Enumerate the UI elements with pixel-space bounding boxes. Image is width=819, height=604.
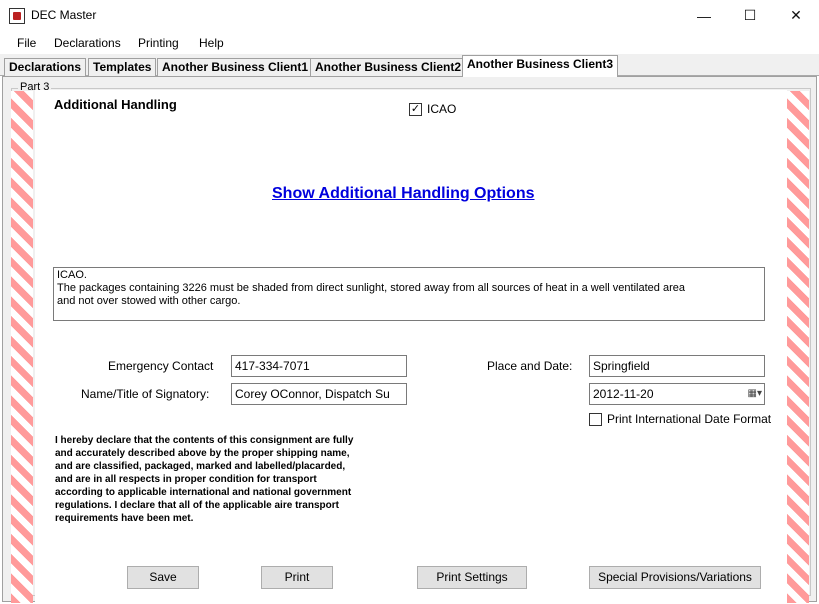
declaration-line: requirements have been met. bbox=[55, 513, 194, 524]
print-button[interactable]: Print bbox=[261, 566, 333, 589]
minimize-button[interactable]: — bbox=[681, 0, 727, 31]
close-button[interactable]: ✕ bbox=[773, 0, 819, 31]
icao-checkbox-label[interactable]: ICAO bbox=[427, 102, 456, 116]
window-title: DEC Master bbox=[31, 8, 97, 22]
place-field[interactable]: Springfield bbox=[589, 355, 765, 377]
emergency-contact-field[interactable]: 417-334-7071 bbox=[231, 355, 407, 377]
intl-date-checkbox-label[interactable]: Print International Date Format bbox=[607, 412, 771, 426]
app-icon bbox=[9, 8, 25, 24]
form-area bbox=[35, 90, 787, 602]
declaration-line: and accurately described above by the pr… bbox=[55, 448, 350, 459]
handling-text-area[interactable]: ICAO. The packages containing 3226 must … bbox=[53, 267, 765, 321]
menu-help[interactable]: Help bbox=[199, 36, 224, 50]
handling-text-line: and not over stowed with other cargo. bbox=[57, 295, 241, 307]
emergency-contact-label: Emergency Contact bbox=[108, 359, 214, 373]
tab-another-business-client2[interactable]: Another Business Client2 bbox=[310, 58, 467, 76]
menu-file[interactable]: File bbox=[17, 36, 36, 50]
tab-another-business-client3[interactable]: Another Business Client3 bbox=[462, 55, 619, 77]
left-hazard-stripe bbox=[11, 91, 33, 603]
declaration-text: I hereby declare that the contents of th… bbox=[55, 434, 415, 525]
special-provisions-button[interactable]: Special Provisions/Variations bbox=[589, 566, 761, 589]
calendar-dropdown-icon[interactable]: ▦▾ bbox=[748, 386, 762, 402]
print-settings-button[interactable]: Print Settings bbox=[417, 566, 527, 589]
tab-another-business-client1[interactable]: Another Business Client1 bbox=[157, 58, 314, 76]
handling-text-line: ICAO. bbox=[57, 269, 87, 281]
save-button[interactable]: Save bbox=[127, 566, 199, 589]
declaration-line: I hereby declare that the contents of th… bbox=[55, 435, 354, 446]
title-bar: DEC Master — ☐ ✕ bbox=[0, 0, 819, 31]
place-date-label: Place and Date: bbox=[487, 359, 573, 373]
right-hazard-stripe bbox=[787, 91, 809, 603]
date-picker-field[interactable]: 2012-11-20 ▦▾ bbox=[589, 383, 765, 405]
tab-templates[interactable]: Templates bbox=[88, 58, 157, 76]
maximize-button[interactable]: ☐ bbox=[727, 0, 773, 31]
handling-text-line: The packages containing 3226 must be sha… bbox=[57, 282, 685, 294]
menu-bar: File Declarations Printing Help bbox=[0, 31, 819, 54]
menu-declarations[interactable]: Declarations bbox=[54, 36, 121, 50]
signatory-field[interactable]: Corey OConnor, Dispatch Su bbox=[231, 383, 407, 405]
menu-printing[interactable]: Printing bbox=[138, 36, 179, 50]
icao-checkbox[interactable]: ✓ bbox=[409, 103, 422, 116]
intl-date-checkbox[interactable] bbox=[589, 413, 602, 426]
signatory-label: Name/Title of Signatory: bbox=[81, 387, 210, 401]
show-additional-handling-link[interactable]: Show Additional Handling Options bbox=[272, 185, 535, 203]
declaration-line: and are in all respects in proper condit… bbox=[55, 474, 317, 485]
date-value: 2012-11-20 bbox=[593, 387, 654, 401]
declaration-line: according to applicable international an… bbox=[55, 487, 352, 498]
tab-declarations[interactable]: Declarations bbox=[4, 58, 87, 76]
tab-strip: Declarations Templates Another Business … bbox=[0, 54, 819, 77]
declaration-line: and are classified, packaged, marked and… bbox=[55, 461, 346, 472]
section-title: Additional Handling bbox=[54, 97, 177, 112]
declaration-line: regulations. I declare that all of the a… bbox=[55, 500, 339, 511]
